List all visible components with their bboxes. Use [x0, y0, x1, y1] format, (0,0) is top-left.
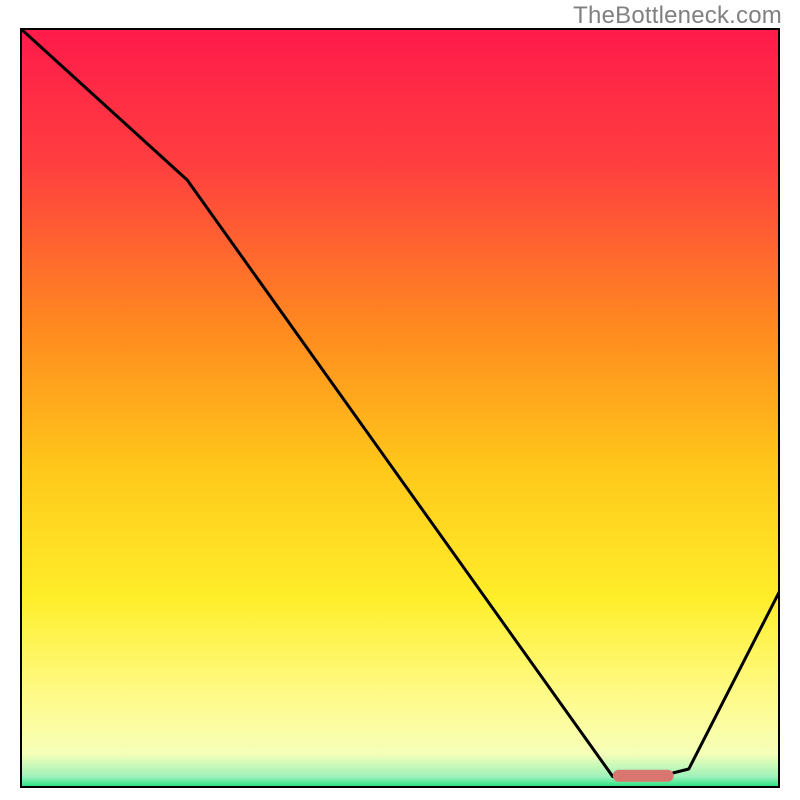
chart-svg — [20, 28, 780, 788]
chart-container: TheBottleneck.com — [0, 0, 800, 800]
optimal-marker — [613, 770, 674, 782]
attribution-text: TheBottleneck.com — [573, 2, 782, 30]
gradient-background — [20, 28, 780, 788]
chart-frame — [20, 28, 780, 788]
